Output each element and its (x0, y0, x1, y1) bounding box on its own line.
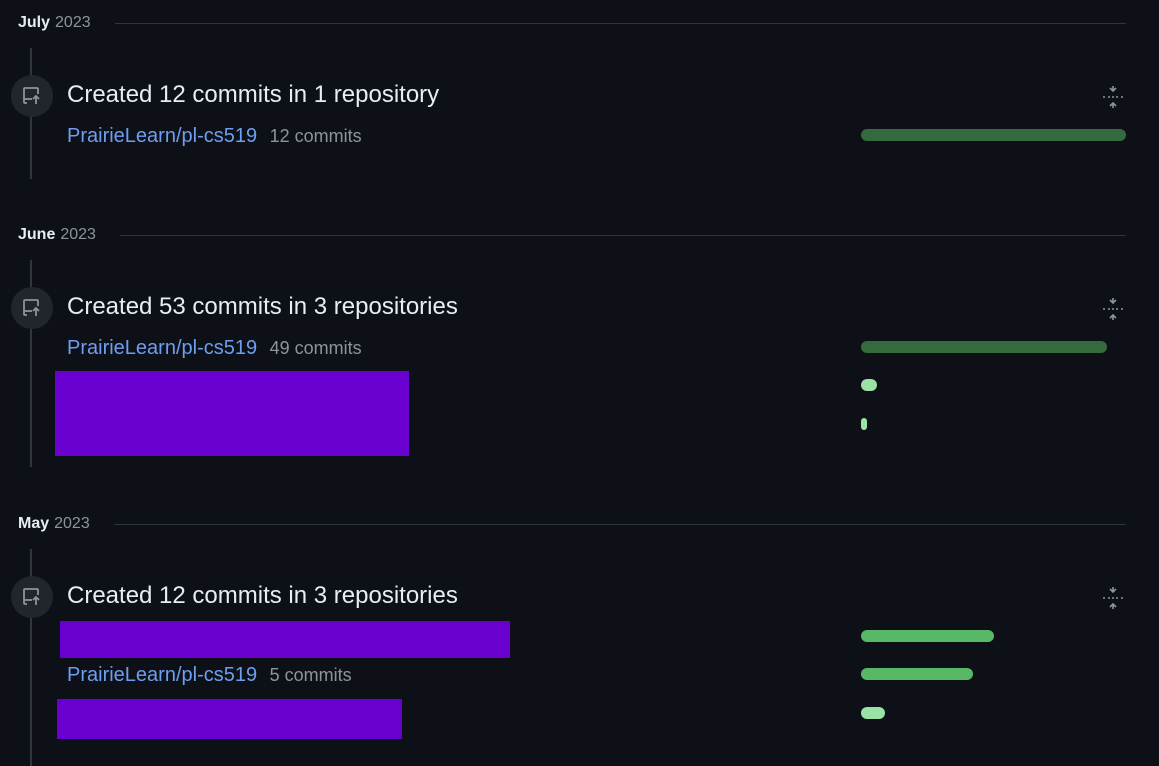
year-label: 2023 (60, 226, 96, 243)
repo-push-icon (11, 75, 53, 117)
divider (113, 523, 1126, 525)
event-title: Created 53 commits in 3 repositories (67, 293, 458, 320)
commit-bar (861, 418, 867, 430)
repo-push-icon (11, 287, 53, 329)
month-header-july: July 2023 (18, 11, 1126, 35)
month-header-may: May 2023 (18, 512, 1126, 536)
divider (119, 234, 1126, 236)
event-title: Created 12 commits in 3 repositories (67, 582, 458, 609)
month-label: July (18, 14, 51, 31)
month-header-june: June 2023 (18, 223, 1126, 247)
year-label: 2023 (54, 515, 90, 532)
commit-count: 49 commits (269, 338, 362, 358)
divider (114, 22, 1126, 24)
repo-row: PrairieLearn/pl-cs519 5 commits (67, 664, 352, 687)
redacted-block (60, 621, 510, 658)
year-label: 2023 (55, 14, 91, 31)
month-label: May (18, 515, 50, 532)
redacted-block (57, 699, 402, 739)
commit-count: 5 commits (269, 665, 352, 685)
commit-count: 12 commits (269, 126, 362, 146)
commit-bar (861, 630, 994, 642)
commit-bar (861, 707, 885, 719)
event-title: Created 12 commits in 1 repository (67, 81, 440, 108)
repo-push-icon (11, 576, 53, 618)
month-label: June (18, 226, 56, 243)
repo-link[interactable]: PrairieLearn/pl-cs519 (67, 125, 257, 147)
collapse-icon[interactable] (1100, 296, 1126, 322)
commit-bar (861, 341, 1107, 353)
repo-link[interactable]: PrairieLearn/pl-cs519 (67, 664, 257, 686)
repo-row: PrairieLearn/pl-cs519 12 commits (67, 125, 362, 148)
redacted-block (55, 371, 409, 456)
repo-row: PrairieLearn/pl-cs519 49 commits (67, 337, 362, 360)
commit-bar (861, 379, 877, 391)
commit-bar (861, 668, 973, 680)
collapse-icon[interactable] (1100, 84, 1126, 110)
commit-bar (861, 129, 1126, 141)
collapse-icon[interactable] (1100, 585, 1126, 611)
repo-link[interactable]: PrairieLearn/pl-cs519 (67, 337, 257, 359)
